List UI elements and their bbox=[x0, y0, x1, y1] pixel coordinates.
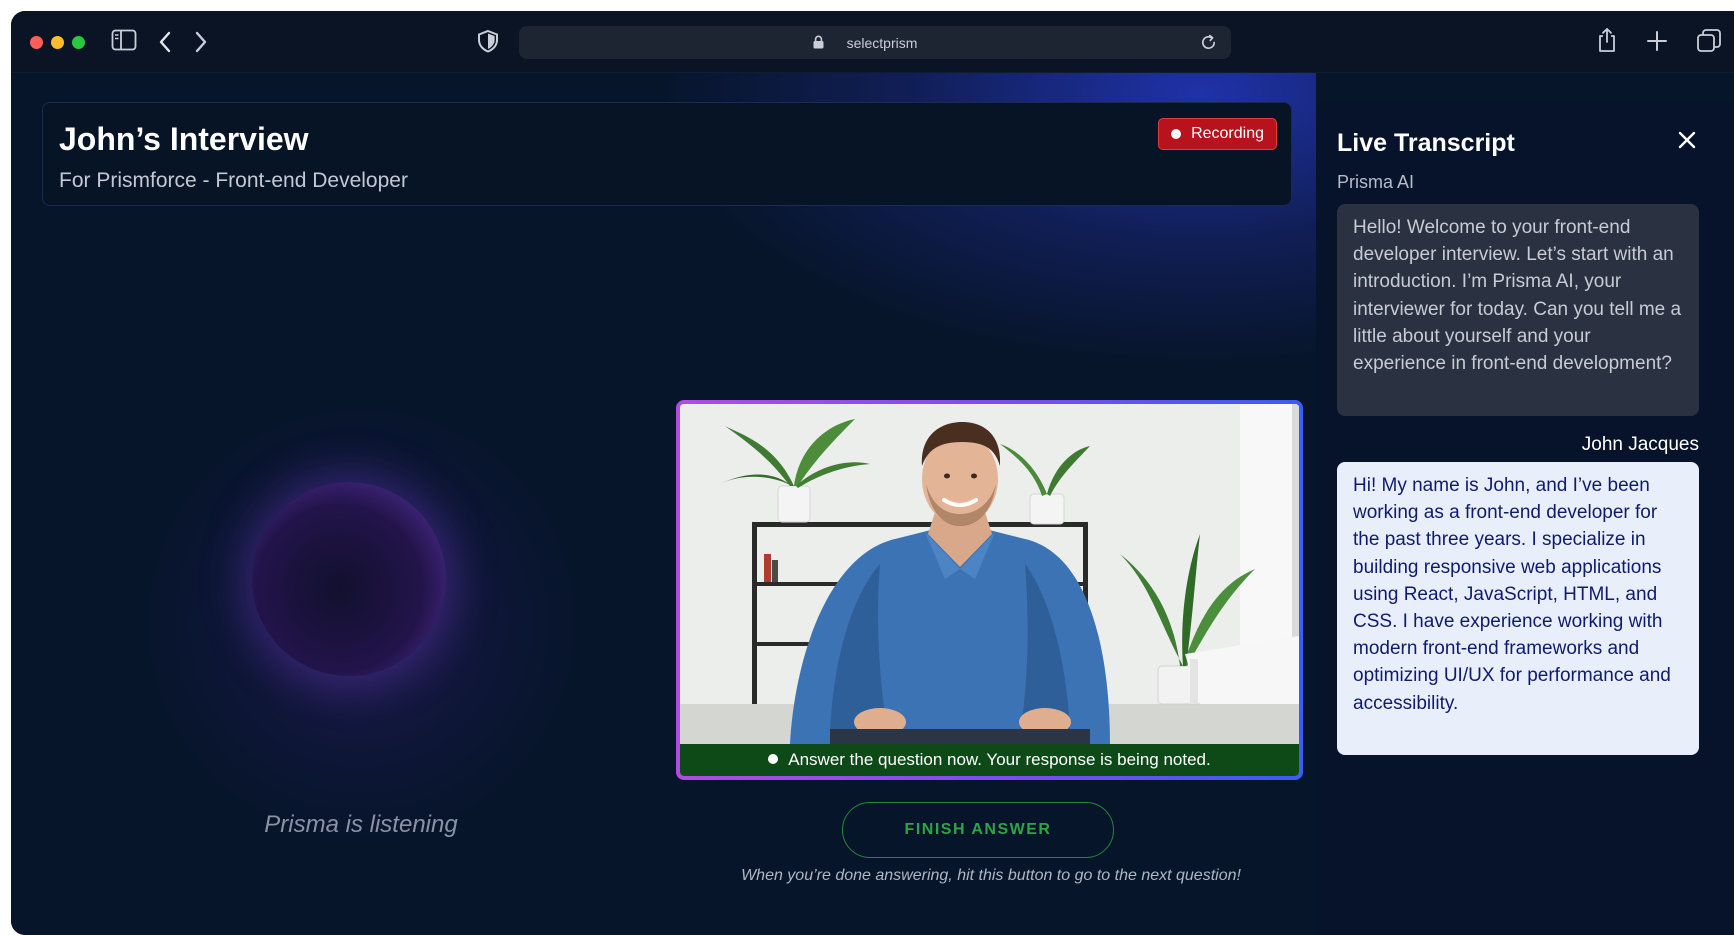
browser-window: selectprism John’s Interview For Prismfo… bbox=[11, 11, 1734, 935]
candidate-video: Answer the question now. Your response i… bbox=[680, 404, 1299, 776]
answer-status-text: Answer the question now. Your response i… bbox=[788, 750, 1211, 769]
address-bar[interactable]: selectprism bbox=[519, 26, 1231, 59]
recording-label: Recording bbox=[1191, 125, 1264, 142]
browser-toolbar: selectprism bbox=[11, 11, 1734, 73]
recording-badge: Recording bbox=[1158, 118, 1277, 150]
live-transcript-panel: Live Transcript Prisma AI Hello! Welcome… bbox=[1316, 101, 1734, 935]
recording-dot-icon bbox=[1171, 129, 1182, 139]
close-window-button[interactable] bbox=[30, 36, 43, 49]
reload-icon[interactable] bbox=[1200, 34, 1217, 51]
candidate-video-image bbox=[680, 404, 1299, 744]
transcript-message-ai: Hello! Welcome to your front-end develop… bbox=[1337, 204, 1699, 416]
interview-header: John’s Interview For Prismforce - Front-… bbox=[42, 102, 1292, 206]
assistant-status: Prisma is listening bbox=[264, 811, 458, 838]
finish-answer-button[interactable]: FINISH ANSWER bbox=[842, 802, 1114, 858]
shield-icon[interactable] bbox=[477, 29, 499, 53]
back-icon[interactable] bbox=[158, 31, 172, 53]
transcript-speaker-ai: Prisma AI bbox=[1337, 172, 1415, 192]
close-icon[interactable] bbox=[1676, 129, 1698, 156]
transcript-speaker-user: John Jacques bbox=[1581, 434, 1699, 455]
candidate-video-frame: Answer the question now. Your response i… bbox=[676, 400, 1303, 780]
sidebar-icon[interactable] bbox=[111, 29, 137, 51]
page-title: John’s Interview bbox=[59, 121, 309, 157]
url-text: selectprism bbox=[846, 35, 918, 51]
transcript-title: Live Transcript bbox=[1337, 129, 1515, 157]
tabs-icon[interactable] bbox=[1696, 28, 1722, 54]
transcript-message-user: Hi! My name is John, and I’ve been worki… bbox=[1337, 462, 1699, 755]
status-dot-icon bbox=[768, 754, 779, 764]
maximize-window-button[interactable] bbox=[72, 36, 85, 49]
assistant-orb bbox=[252, 482, 446, 676]
forward-icon[interactable] bbox=[194, 31, 208, 53]
answer-status-banner: Answer the question now. Your response i… bbox=[680, 744, 1299, 776]
minimize-window-button[interactable] bbox=[51, 36, 64, 49]
interview-subtitle: For Prismforce - Front-end Developer bbox=[59, 169, 408, 192]
interview-main-area: John’s Interview For Prismforce - Front-… bbox=[11, 73, 1316, 935]
share-icon[interactable] bbox=[1597, 27, 1617, 53]
new-tab-icon[interactable] bbox=[1646, 30, 1668, 52]
finish-answer-hint: When you’re done answering, hit this but… bbox=[741, 867, 1241, 884]
